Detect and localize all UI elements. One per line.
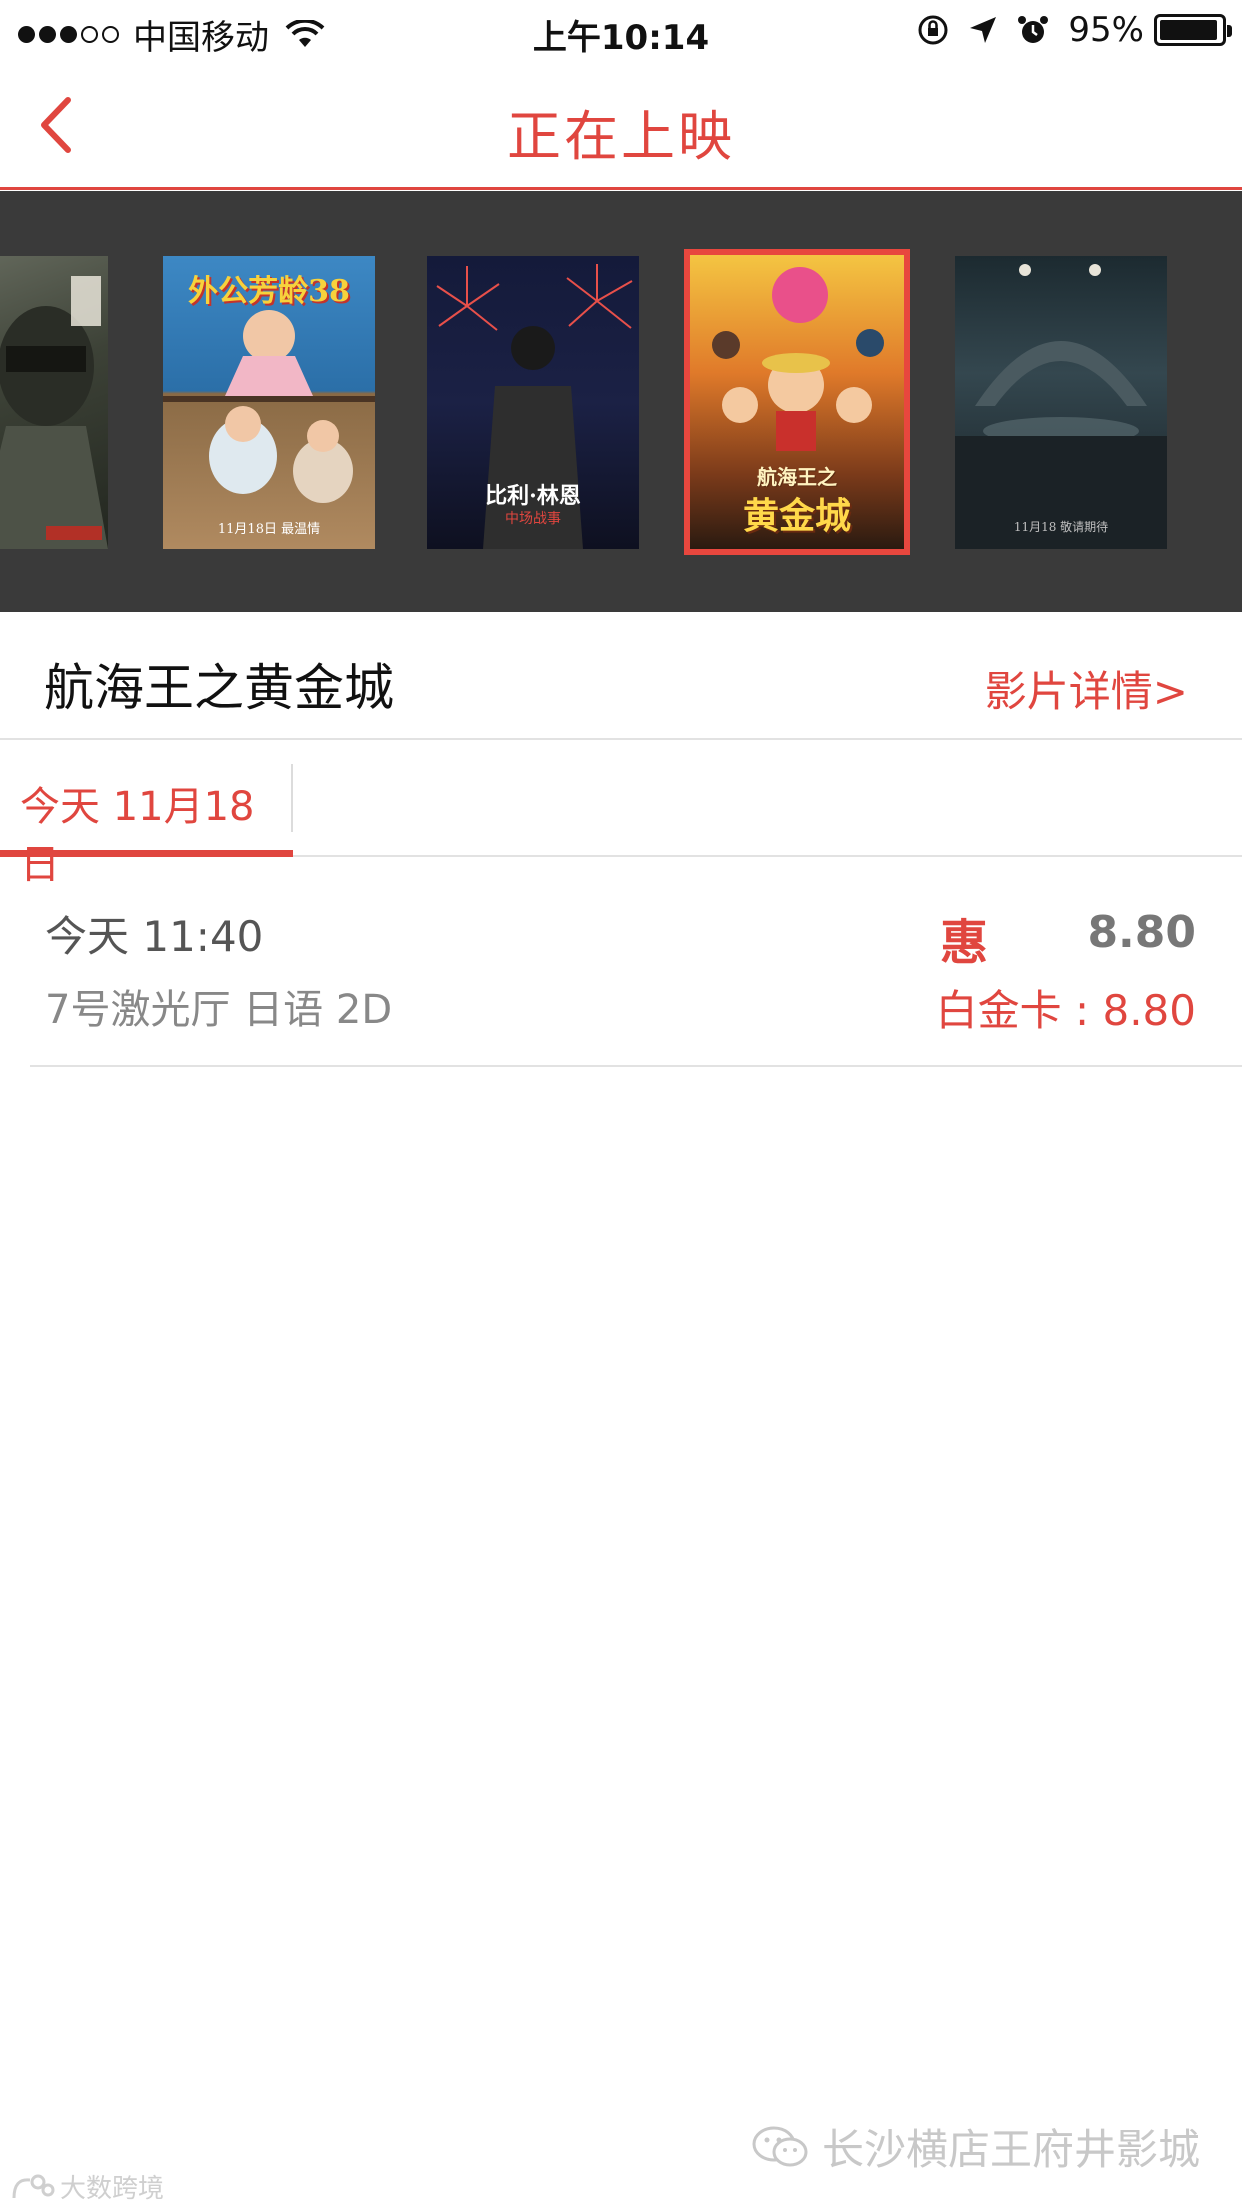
movie-poster[interactable]: 11月18 敬请期待 [955, 256, 1167, 549]
nav-bar: 正在上映 [0, 62, 1242, 190]
movie-poster[interactable]: 外公芳龄38 11月18日 最温情 [163, 256, 375, 549]
discount-badge: 惠 [940, 915, 989, 971]
watermark-source: 大数跨境 [10, 2168, 164, 2205]
battery-percent: 95% [1068, 10, 1144, 50]
showtime-time: 今天 11:40 [45, 912, 264, 961]
status-bar: 中国移动 上午10:14 95% [0, 0, 1242, 62]
poster-date: 11月18日 最温情 [217, 522, 321, 537]
tab-divider [291, 764, 293, 832]
poster-art [955, 264, 1167, 549]
tab-today[interactable]: 今天 11月18日 [0, 740, 293, 888]
poster-date: 11月18 敬请期待 [1013, 520, 1109, 534]
poster-carousel[interactable]: 外公芳龄38 11月18日 最温情 比利·林恩 中场战事 航海王之 黄金城 11… [0, 191, 1242, 612]
battery-level [1160, 20, 1217, 40]
rotation-lock-icon [918, 15, 948, 45]
date-tabs: 今天 11月18日 [0, 740, 1242, 888]
wechat-icon [752, 2126, 808, 2166]
movie-poster-selected[interactable]: 航海王之 黄金城 [684, 249, 910, 555]
alarm-icon [1018, 16, 1049, 43]
watermark-cinema: 长沙横店王府井影城 [750, 2116, 1200, 2177]
watermark-logo-icon [12, 2174, 55, 2198]
showtime-hall: 7号激光厅 日语 2D [45, 987, 393, 1033]
poster-art [0, 276, 108, 549]
battery-icon [1154, 14, 1232, 46]
active-tab-indicator [0, 850, 293, 857]
movie-poster[interactable] [0, 256, 108, 549]
poster-title: 外公芳龄38 [188, 274, 350, 309]
location-arrow-icon [970, 17, 997, 43]
showtime-price: 8.80 [1087, 907, 1196, 958]
movie-poster[interactable]: 比利·林恩 中场战事 [427, 256, 639, 549]
poster-subtitle: 黄金城 [742, 495, 851, 537]
movie-title: 航海王之黄金城 [44, 659, 394, 717]
showtime-row[interactable]: 今天 11:40 7号激光厅 日语 2D 惠 8.80 白金卡 : 8.80 [30, 859, 1242, 1067]
poster-subtitle: 中场战事 [505, 511, 561, 527]
watermark-text: 长沙横店王府井影城 [821, 2125, 1200, 2174]
poster-title: 航海王之 [757, 465, 837, 489]
card-price: 白金卡 : 8.80 [935, 986, 1196, 1035]
poster-title: 比利·林恩 [485, 483, 581, 509]
movie-detail-link[interactable]: 影片详情> [985, 658, 1188, 719]
status-right: 95% [900, 10, 1232, 50]
page-title: 正在上映 [507, 105, 735, 168]
movie-info-row: 航海王之黄金城 影片详情> [0, 612, 1242, 740]
watermark-source-text: 大数跨境 [60, 2174, 165, 2204]
